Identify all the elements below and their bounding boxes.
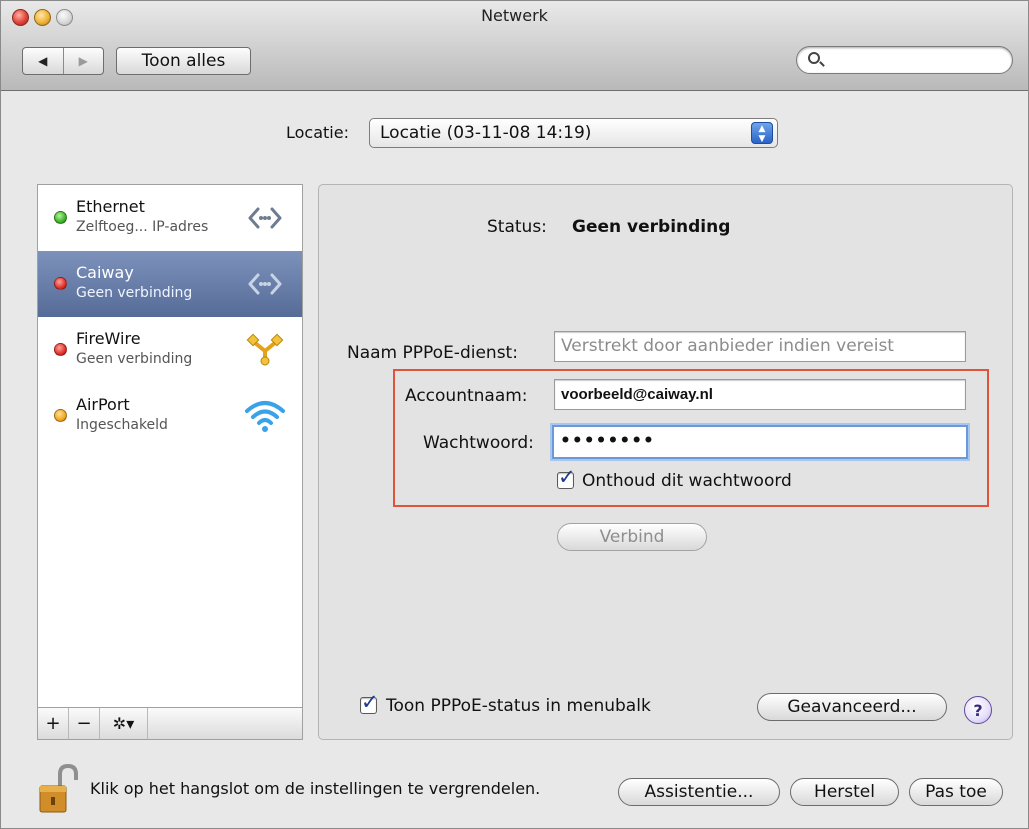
forward-arrow-icon: ▶ <box>78 54 88 68</box>
back-forward-control: ◀ ▶ <box>22 47 104 75</box>
checkmark-icon: ✓ <box>361 690 379 714</box>
action-gear-button[interactable]: ✲▾ <box>100 708 148 739</box>
account-name-value: voorbeeld@caiway.nl <box>561 386 713 403</box>
location-label: Locatie: <box>286 123 349 142</box>
firewire-icon <box>246 333 284 366</box>
advanced-button[interactable]: Geavanceerd... <box>757 693 947 721</box>
service-name: AirPort <box>76 395 130 414</box>
window-toolbar: Netwerk ◀ ▶ Toon alles <box>1 1 1028 91</box>
service-status: Zelftoeg... IP-adres <box>76 219 209 235</box>
service-name: FireWire <box>76 329 141 348</box>
account-name-label: Accountnaam: <box>405 386 528 406</box>
show-pppoe-status-checkbox[interactable]: ✓ <box>360 690 379 714</box>
show-all-button[interactable]: Toon alles <box>116 47 251 75</box>
service-status: Geen verbinding <box>76 351 193 367</box>
remember-password-label: Onthoud dit wachtwoord <box>582 471 792 491</box>
search-field[interactable] <box>796 46 1013 74</box>
back-arrow-icon: ◀ <box>38 54 48 68</box>
padlock-icon[interactable] <box>36 764 82 814</box>
help-button[interactable]: ? <box>964 696 992 724</box>
service-list-toolbar: + − ✲▾ <box>37 707 303 740</box>
connect-button[interactable]: Verbind <box>557 523 707 551</box>
service-list: Ethernet Zelftoeg... IP-adres Caiway Gee… <box>37 184 303 740</box>
network-preferences-window: Netwerk ◀ ▶ Toon alles Locatie: Locatie … <box>0 0 1029 829</box>
password-value: •••••••• <box>560 431 655 451</box>
gear-icon: ✲▾ <box>112 714 135 733</box>
status-dot-red-icon <box>54 343 67 356</box>
help-icon: ? <box>973 700 983 720</box>
service-name: Ethernet <box>76 197 145 216</box>
account-name-input[interactable]: voorbeeld@caiway.nl <box>554 379 966 410</box>
status-value: Geen verbinding <box>572 217 731 237</box>
pppoe-service-input[interactable]: Verstrekt door aanbieder indien vereist <box>554 331 966 362</box>
service-status: Geen verbinding <box>76 285 193 301</box>
forward-button[interactable]: ▶ <box>62 48 104 74</box>
add-service-button[interactable]: + <box>38 708 69 739</box>
window-title: Netwerk <box>481 6 548 25</box>
status-label: Status: <box>487 217 547 237</box>
service-item-firewire[interactable]: FireWire Geen verbinding <box>38 317 302 383</box>
airport-icon <box>245 401 285 432</box>
password-label: Wachtwoord: <box>423 433 534 453</box>
revert-button[interactable]: Herstel <box>790 778 899 806</box>
ethernet-icon <box>248 273 282 295</box>
checkmark-icon: ✓ <box>558 465 576 489</box>
apply-button[interactable]: Pas toe <box>909 778 1003 806</box>
service-item-caiway[interactable]: Caiway Geen verbinding <box>38 251 302 317</box>
search-icon <box>808 52 820 64</box>
status-dot-red-icon <box>54 277 67 290</box>
password-input[interactable]: •••••••• <box>552 425 968 459</box>
ethernet-icon <box>248 207 282 229</box>
show-pppoe-status-label: Toon PPPoE-status in menubalk <box>386 696 651 716</box>
service-name: Caiway <box>76 263 134 282</box>
select-arrows-icon: ▲ ▼ <box>751 122 773 144</box>
remove-service-button[interactable]: − <box>69 708 100 739</box>
service-item-ethernet[interactable]: Ethernet Zelftoeg... IP-adres <box>38 185 302 251</box>
assistant-button[interactable]: Assistentie... <box>618 778 780 806</box>
pppoe-service-label: Naam PPPoE-dienst: <box>347 343 518 363</box>
location-select[interactable]: Locatie (03-11-08 14:19) ▲ ▼ <box>369 118 778 148</box>
location-value: Locatie (03-11-08 14:19) <box>380 123 592 143</box>
service-item-airport[interactable]: AirPort Ingeschakeld <box>38 383 302 449</box>
remember-password-checkbox[interactable]: ✓ <box>557 465 576 489</box>
status-dot-yellow-icon <box>54 409 67 422</box>
back-button[interactable]: ◀ <box>23 48 63 74</box>
status-dot-green-icon <box>54 211 67 224</box>
lock-instructions: Klik op het hangslot om de instellingen … <box>90 779 541 798</box>
service-status: Ingeschakeld <box>76 417 168 433</box>
